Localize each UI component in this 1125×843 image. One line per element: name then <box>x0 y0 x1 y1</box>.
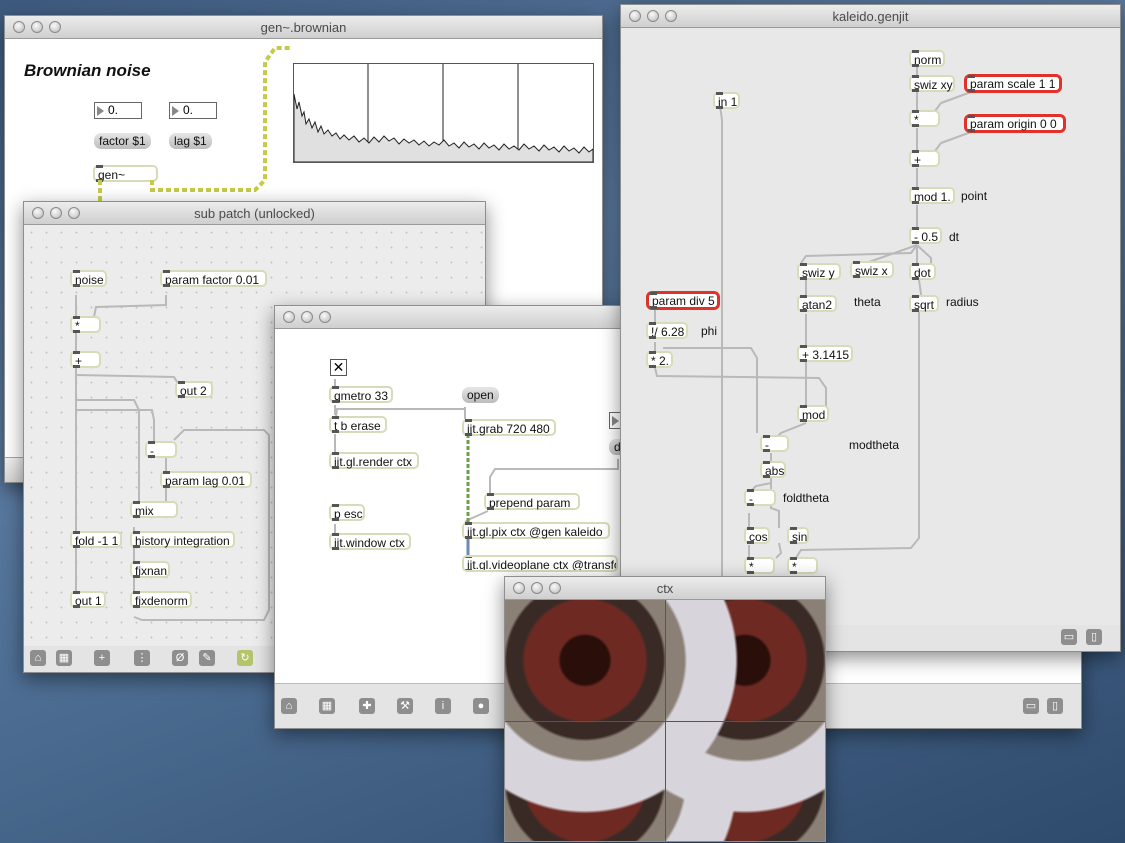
refresh-icon[interactable]: ↻ <box>237 650 253 666</box>
multiply-b-object[interactable]: * <box>787 557 818 574</box>
multiply-object[interactable]: * <box>909 110 940 127</box>
window-controls <box>283 310 337 328</box>
phi-comment: phi <box>701 324 718 338</box>
minimize-button[interactable] <box>301 311 313 323</box>
lag-message[interactable]: lag $1 <box>169 133 212 149</box>
lag-number-box[interactable]: 0. <box>169 102 217 119</box>
atan2-object[interactable]: atan2 <box>797 295 837 312</box>
lock-icon[interactable]: ⌂ <box>281 698 297 714</box>
param-factor-object[interactable]: param factor 0.01 <box>160 270 267 287</box>
mult2-object[interactable]: * 2. <box>646 351 673 368</box>
sqrt-object[interactable]: sqrt <box>909 295 939 312</box>
subpatch-titlebar[interactable]: sub patch (unlocked) <box>24 202 485 225</box>
plus-object[interactable]: + <box>909 150 940 167</box>
modtheta-comment: modtheta <box>849 438 900 452</box>
history-object[interactable]: history integration <box>130 531 235 548</box>
lock-icon[interactable]: ⌂ <box>30 650 46 666</box>
add-object-icon[interactable]: + <box>94 650 110 666</box>
kaleido-window: kaleido.genjit norm swiz xy param scale … <box>620 4 1121 652</box>
debug-icon[interactable]: ⚒ <box>397 698 413 714</box>
param-scale-object[interactable]: param scale 1 1 <box>964 74 1062 93</box>
qmetro-object[interactable]: qmetro 33 <box>329 386 393 403</box>
zoom-button[interactable] <box>319 311 331 323</box>
div-628-object[interactable]: !/ 6.28 <box>646 322 688 339</box>
fixdenorm-object[interactable]: fixdenorm <box>130 591 192 608</box>
window-title: ctx <box>656 581 674 596</box>
dot-object[interactable]: dot <box>909 263 936 280</box>
prepend-param-object[interactable]: prepend param <box>484 493 580 510</box>
window-title: gen~.brownian <box>260 20 347 35</box>
disable-icon[interactable]: Ø <box>172 650 188 666</box>
ctx-titlebar[interactable]: ctx <box>505 577 825 600</box>
norm-object[interactable]: norm <box>909 50 945 67</box>
open-message[interactable]: open <box>462 387 499 403</box>
cos-object[interactable]: cos <box>744 527 770 544</box>
sidebar-left-icon[interactable]: ▭ <box>1023 698 1039 714</box>
factor-number-box[interactable]: 0. <box>94 102 142 119</box>
multiply-a-object[interactable]: * <box>744 557 775 574</box>
mix-object[interactable]: mix <box>130 501 178 518</box>
grid-icon[interactable]: ⋮ <box>134 650 150 666</box>
add-pi-object[interactable]: + 3.1415 <box>797 345 853 362</box>
noise-object[interactable]: noise <box>70 270 107 287</box>
point-comment: point <box>961 189 988 203</box>
window-title: sub patch (unlocked) <box>194 206 315 221</box>
param-origin-object[interactable]: param origin 0 0 <box>964 114 1066 133</box>
gen-object[interactable]: gen~ <box>93 165 158 182</box>
sin-object[interactable]: sin <box>787 527 809 544</box>
param-lag-object[interactable]: param lag 0.01 <box>160 471 252 488</box>
ctx-window: ctx <box>504 576 826 842</box>
sidebar-right-icon[interactable]: ▯ <box>1047 698 1063 714</box>
out2-object[interactable]: out 2 <box>175 381 213 398</box>
mod-object[interactable]: mod <box>797 405 829 422</box>
jit-grab-object[interactable]: jit.grab 720 480 <box>462 419 556 436</box>
jit-window-object[interactable]: jit.window ctx <box>329 533 411 550</box>
patch-heading: Brownian noise <box>24 61 151 80</box>
dt-comment: dt <box>949 230 960 244</box>
multiply-object[interactable]: * <box>70 316 101 333</box>
toggle-checkbox[interactable]: ✕ <box>330 359 347 376</box>
waveform-display <box>293 63 594 163</box>
kaleido-patcher[interactable]: norm swiz xy param scale 1 1 * param ori… <box>621 28 1120 651</box>
window-title: kaleido.genjit <box>832 9 909 24</box>
fixnan-object[interactable]: fixnan <box>130 561 170 578</box>
info-icon[interactable]: i <box>435 698 451 714</box>
p-esc-object[interactable]: p esc <box>329 504 365 521</box>
swiz-x-object[interactable]: swiz x <box>850 261 894 278</box>
gl-render-object[interactable]: jit.gl.render ctx <box>329 452 419 469</box>
radius-comment: radius <box>946 295 979 309</box>
factor-message[interactable]: factor $1 <box>94 133 151 149</box>
swiz-y-object[interactable]: swiz y <box>797 263 841 280</box>
gl-videoplane-object[interactable]: jit.gl.videoplane ctx @transfo <box>462 555 618 572</box>
render-divider <box>665 600 666 841</box>
brownian-titlebar[interactable]: gen~.brownian <box>5 16 602 39</box>
close-button[interactable] <box>283 311 295 323</box>
kaleidoscope-render <box>505 600 825 841</box>
sidebar-left-icon[interactable]: ▭ <box>1061 629 1077 645</box>
noise-waveform <box>293 64 594 163</box>
fold-object[interactable]: fold -1 1 <box>70 531 122 548</box>
in1-object[interactable]: in 1 <box>713 92 740 109</box>
wrench-icon[interactable]: ✎ <box>199 650 215 666</box>
add-object-icon[interactable]: ✚ <box>359 698 375 714</box>
minus-object[interactable]: - <box>145 441 177 458</box>
gl-pix-object[interactable]: jit.gl.pix ctx @gen kaleido <box>462 522 610 539</box>
plus-object[interactable]: + <box>70 351 101 368</box>
kaleido-titlebar[interactable]: kaleido.genjit <box>621 5 1120 28</box>
abs-object[interactable]: abs <box>760 461 786 478</box>
subtract-half-object[interactable]: - 0.5 <box>909 227 942 244</box>
minus2-object[interactable]: - <box>744 489 776 506</box>
swiz-xy-object[interactable]: swiz xy <box>909 75 955 92</box>
minus-object[interactable]: - <box>760 435 789 452</box>
mod1-object[interactable]: mod 1. <box>909 187 955 204</box>
theta-comment: theta <box>854 295 881 309</box>
foldtheta-comment: foldtheta <box>783 491 830 505</box>
trigger-erase-object[interactable]: t b erase <box>329 416 387 433</box>
presentation-icon[interactable]: ▦ <box>56 650 72 666</box>
patch-cord-icon[interactable]: ● <box>473 698 489 714</box>
sidebar-right-icon[interactable]: ▯ <box>1086 629 1102 645</box>
param-div-object[interactable]: param div 5 <box>646 291 720 310</box>
out1-object[interactable]: out 1 <box>70 591 106 608</box>
presentation-icon[interactable]: ▦ <box>319 698 335 714</box>
